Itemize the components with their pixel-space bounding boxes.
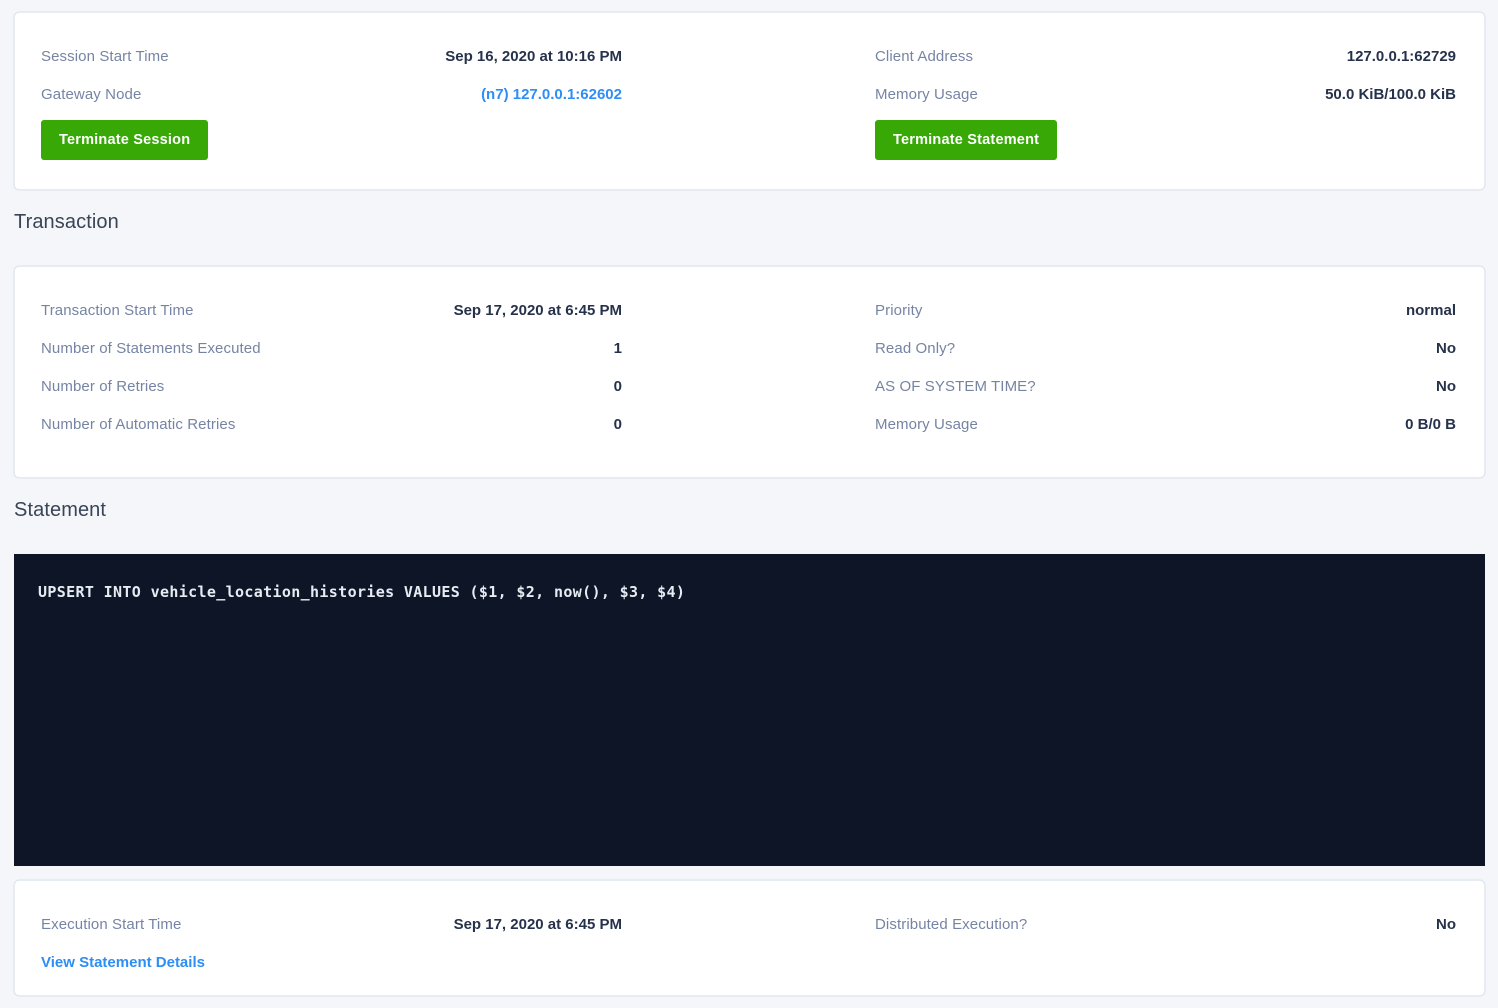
gateway-node-label: Gateway Node xyxy=(41,86,141,103)
session-memory-usage-value: 50.0 KiB/100.0 KiB xyxy=(1325,86,1456,103)
session-summary-right-column: Client Address 127.0.0.1:62729 Memory Us… xyxy=(875,37,1456,160)
session-memory-usage-row: Memory Usage 50.0 KiB/100.0 KiB xyxy=(875,75,1456,113)
distributed-execution-label: Distributed Execution? xyxy=(875,916,1027,933)
as-of-system-time-value: No xyxy=(1436,378,1456,395)
transaction-memory-usage-row: Memory Usage 0 B/0 B xyxy=(875,405,1456,443)
statement-section-title: Statement xyxy=(14,496,1485,524)
terminate-statement-button[interactable]: Terminate Statement xyxy=(875,120,1057,160)
session-start-time-label: Session Start Time xyxy=(41,48,169,65)
view-statement-details-row: View Statement Details xyxy=(41,943,622,981)
client-address-label: Client Address xyxy=(875,48,973,65)
transaction-card: Transaction Start Time Sep 17, 2020 at 6… xyxy=(14,266,1485,478)
transaction-grid: Transaction Start Time Sep 17, 2020 at 6… xyxy=(15,267,1484,477)
session-details-page: Session Start Time Sep 16, 2020 at 10:16… xyxy=(0,0,1498,1008)
execution-start-time-label: Execution Start Time xyxy=(41,916,181,933)
execution-card: Execution Start Time Sep 17, 2020 at 6:4… xyxy=(14,880,1485,996)
retries-value: 0 xyxy=(614,378,622,395)
transaction-memory-usage-label: Memory Usage xyxy=(875,416,978,433)
transaction-memory-usage-value: 0 B/0 B xyxy=(1405,416,1456,433)
client-address-row: Client Address 127.0.0.1:62729 xyxy=(875,37,1456,75)
distributed-execution-value: No xyxy=(1436,916,1456,933)
execution-start-time-value: Sep 17, 2020 at 6:45 PM xyxy=(454,916,622,933)
read-only-row: Read Only? No xyxy=(875,329,1456,367)
view-statement-details-link[interactable]: View Statement Details xyxy=(41,954,205,971)
automatic-retries-value: 0 xyxy=(614,416,622,433)
priority-value: normal xyxy=(1406,302,1456,319)
read-only-value: No xyxy=(1436,340,1456,357)
terminate-session-button[interactable]: Terminate Session xyxy=(41,120,208,160)
client-address-value: 127.0.0.1:62729 xyxy=(1347,48,1456,65)
transaction-section-title: Transaction xyxy=(14,208,1485,236)
automatic-retries-row: Number of Automatic Retries 0 xyxy=(41,405,622,443)
gateway-node-row: Gateway Node (n7) 127.0.0.1:62602 xyxy=(41,75,622,113)
transaction-start-time-row: Transaction Start Time Sep 17, 2020 at 6… xyxy=(41,291,622,329)
automatic-retries-label: Number of Automatic Retries xyxy=(41,416,235,433)
priority-row: Priority normal xyxy=(875,291,1456,329)
session-summary-grid: Session Start Time Sep 16, 2020 at 10:16… xyxy=(15,13,1484,189)
priority-label: Priority xyxy=(875,302,922,319)
execution-grid: Execution Start Time Sep 17, 2020 at 6:4… xyxy=(15,881,1484,995)
statements-executed-row: Number of Statements Executed 1 xyxy=(41,329,622,367)
session-summary-left-column: Session Start Time Sep 16, 2020 at 10:16… xyxy=(41,37,622,160)
execution-right-column: Distributed Execution? No xyxy=(875,905,1456,981)
session-start-time-value: Sep 16, 2020 at 10:16 PM xyxy=(445,48,622,65)
statements-executed-label: Number of Statements Executed xyxy=(41,340,261,357)
transaction-start-time-value: Sep 17, 2020 at 6:45 PM xyxy=(454,302,622,319)
session-memory-usage-label: Memory Usage xyxy=(875,86,978,103)
statement-sql-text: UPSERT INTO vehicle_location_histories V… xyxy=(38,582,1461,602)
session-start-time-row: Session Start Time Sep 16, 2020 at 10:16… xyxy=(41,37,622,75)
distributed-execution-row: Distributed Execution? No xyxy=(875,905,1456,943)
as-of-system-time-row: AS OF SYSTEM TIME? No xyxy=(875,367,1456,405)
session-summary-card: Session Start Time Sep 16, 2020 at 10:16… xyxy=(14,12,1485,190)
transaction-left-column: Transaction Start Time Sep 17, 2020 at 6… xyxy=(41,291,622,443)
statements-executed-value: 1 xyxy=(614,340,622,357)
gateway-node-link[interactable]: (n7) 127.0.0.1:62602 xyxy=(481,86,622,103)
transaction-right-column: Priority normal Read Only? No AS OF SYST… xyxy=(875,291,1456,443)
read-only-label: Read Only? xyxy=(875,340,955,357)
as-of-system-time-label: AS OF SYSTEM TIME? xyxy=(875,378,1036,395)
retries-label: Number of Retries xyxy=(41,378,164,395)
transaction-start-time-label: Transaction Start Time xyxy=(41,302,194,319)
retries-row: Number of Retries 0 xyxy=(41,367,622,405)
execution-start-time-row: Execution Start Time Sep 17, 2020 at 6:4… xyxy=(41,905,622,943)
statement-sql-box: UPSERT INTO vehicle_location_histories V… xyxy=(14,554,1485,866)
execution-left-column: Execution Start Time Sep 17, 2020 at 6:4… xyxy=(41,905,622,981)
